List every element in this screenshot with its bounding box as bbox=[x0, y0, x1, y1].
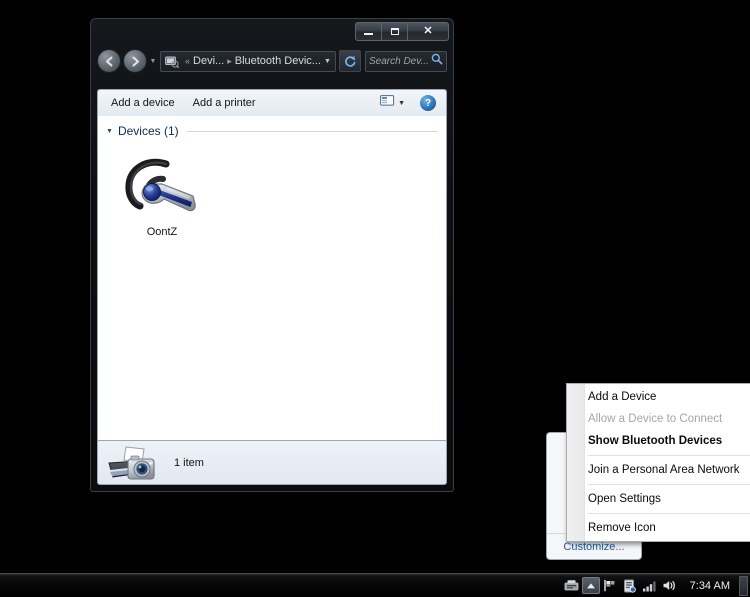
breadcrumb-segment-2[interactable]: Bluetooth Devic... bbox=[235, 55, 321, 67]
refresh-icon bbox=[345, 55, 356, 67]
menu-item-allow-a-device-to-connect: Allow a Device to Connect bbox=[588, 413, 723, 425]
help-button[interactable]: ? bbox=[420, 95, 436, 111]
view-dropdown-caret[interactable]: ▼ bbox=[398, 100, 405, 107]
search-input[interactable]: Search Dev... bbox=[369, 56, 431, 67]
show-desktop-button[interactable] bbox=[739, 575, 748, 596]
flag-action-center-icon[interactable] bbox=[600, 576, 620, 596]
desktop: ✕ ▼ « Devi... ▸ Bluetooth Devic... ▼ Sea… bbox=[0, 0, 750, 597]
details-status-bar: 1 item bbox=[97, 441, 447, 485]
device-item-oontz[interactable]: OontZ bbox=[112, 150, 212, 242]
window-titlebar[interactable]: ✕ bbox=[91, 19, 453, 43]
minimize-icon bbox=[364, 33, 373, 35]
breadcrumb-segment-1[interactable]: Devi... bbox=[193, 55, 224, 67]
menu-item-add-a-device[interactable]: Add a Device bbox=[567, 386, 750, 408]
menu-separator-1 bbox=[588, 455, 750, 456]
status-item-count: 1 item bbox=[174, 456, 204, 469]
address-bar[interactable]: « Devi... ▸ Bluetooth Devic... ▼ bbox=[160, 50, 336, 72]
bluetooth-headset-icon bbox=[122, 154, 202, 220]
taskbar-clock[interactable]: 7:34 AM bbox=[680, 580, 738, 592]
back-button[interactable] bbox=[97, 49, 121, 73]
system-tray: 7:34 AM bbox=[562, 574, 748, 597]
menu-item-remove-icon[interactable]: Remove Icon bbox=[567, 517, 750, 539]
group-divider bbox=[186, 130, 438, 132]
maximize-icon bbox=[390, 28, 399, 35]
devices-and-printers-window: ✕ ▼ « Devi... ▸ Bluetooth Devic... ▼ Sea… bbox=[90, 18, 454, 492]
forward-arrow-icon bbox=[132, 56, 139, 66]
devices-group-header[interactable]: ▼ Devices (1) bbox=[98, 116, 446, 138]
command-bar: Add a device Add a printer ▼ ? bbox=[97, 89, 447, 116]
menu-item-join-a-personal-area-network[interactable]: Join a Personal Area Network bbox=[567, 459, 750, 481]
devices-folder-icon bbox=[165, 55, 180, 68]
device-items-area: OontZ bbox=[98, 138, 446, 242]
content-pane: ▼ Devices (1) OontZ bbox=[97, 116, 447, 441]
change-view-button[interactable]: ▼ bbox=[375, 92, 410, 114]
forward-button[interactable] bbox=[123, 49, 147, 73]
window-controls: ✕ bbox=[355, 22, 449, 41]
network-sharing-icon[interactable] bbox=[620, 576, 640, 596]
view-layout-icon bbox=[380, 94, 395, 112]
add-a-printer-button[interactable]: Add a printer bbox=[184, 94, 265, 112]
network-signal-icon[interactable] bbox=[640, 576, 660, 596]
navigation-bar: ▼ « Devi... ▸ Bluetooth Devic... ▼ Searc… bbox=[91, 43, 453, 79]
search-icon bbox=[431, 52, 443, 70]
menu-item-show-bluetooth-devices[interactable]: Show Bluetooth Devices bbox=[567, 430, 750, 452]
address-dropdown-icon[interactable]: ▼ bbox=[321, 58, 334, 65]
minimize-button[interactable] bbox=[355, 22, 381, 41]
refresh-button[interactable] bbox=[339, 50, 361, 72]
add-a-device-button[interactable]: Add a device bbox=[102, 94, 184, 112]
breadcrumb-overflow[interactable]: « bbox=[185, 56, 190, 66]
menu-separator-2 bbox=[588, 484, 750, 485]
search-box[interactable]: Search Dev... bbox=[365, 50, 447, 72]
bluetooth-tray-context-menu: Add a Device Allow a Device to Connect S… bbox=[566, 383, 750, 542]
taskbar: 7:34 AM bbox=[0, 573, 750, 597]
maximize-button[interactable] bbox=[381, 22, 407, 41]
breadcrumb-separator-1[interactable]: ▸ bbox=[227, 56, 232, 67]
close-button[interactable]: ✕ bbox=[407, 22, 449, 41]
customize-link[interactable]: Customize... bbox=[547, 541, 641, 553]
removable-media-icon[interactable] bbox=[562, 576, 582, 596]
menu-item-open-settings[interactable]: Open Settings bbox=[567, 488, 750, 510]
back-arrow-icon bbox=[105, 56, 112, 66]
recent-pages-button[interactable]: ▼ bbox=[148, 58, 158, 65]
group-collapse-icon[interactable]: ▼ bbox=[106, 128, 113, 135]
volume-speaker-icon[interactable] bbox=[660, 576, 680, 596]
close-icon: ✕ bbox=[423, 25, 433, 37]
devices-printer-camera-icon bbox=[106, 443, 158, 483]
device-item-label: OontZ bbox=[146, 226, 178, 238]
group-label: Devices (1) bbox=[117, 124, 179, 138]
show-hidden-icons-arrow[interactable] bbox=[581, 577, 600, 594]
menu-separator-3 bbox=[588, 513, 750, 514]
